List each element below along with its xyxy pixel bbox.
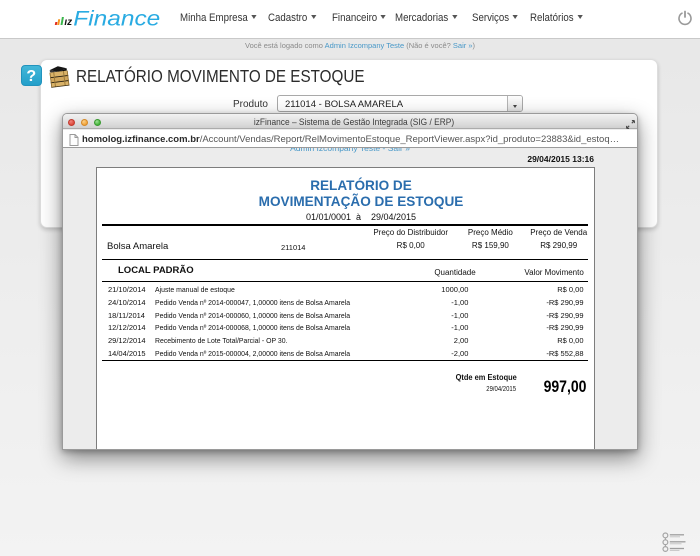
svg-text:ız: ız [64,17,72,28]
svg-text:Finance: Finance [73,6,160,30]
